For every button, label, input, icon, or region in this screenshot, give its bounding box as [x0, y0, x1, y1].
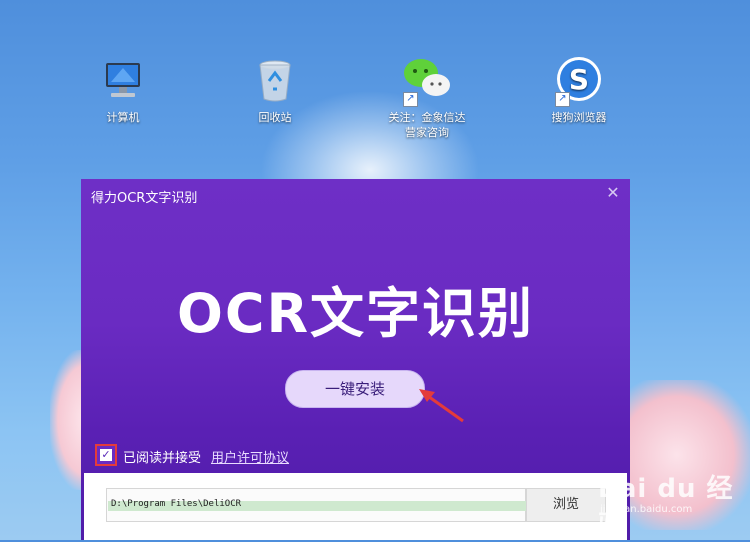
shortcut-arrow-icon: ↗ [403, 92, 418, 107]
ocr-logo-text: OCR文字识别 [176, 282, 535, 345]
baidu-watermark: Bai du 经验 jingyan.baidu.com [588, 460, 748, 541]
desktop-icon-label: 计算机 [106, 111, 140, 124]
wechat-icon: ↗ [401, 55, 453, 107]
desktop-icon-sogou-browser[interactable]: S ↗ 搜狗浏览器 [531, 55, 627, 125]
desktop-icon-label: 搜狗浏览器 [551, 111, 607, 124]
close-icon[interactable]: ✕ [602, 182, 624, 204]
watermark-url: jingyan.baidu.com [600, 504, 693, 515]
install-path-input[interactable]: D:\Program Files\DeliOCR [106, 488, 526, 522]
checkmark-icon: ✓ [100, 448, 112, 461]
desktop-icon-recycle-bin[interactable]: 回收站 [227, 55, 323, 125]
desktop-icon-wechat[interactable]: ↗ 关注：金象信达营家咨询 [379, 55, 475, 140]
computer-icon [97, 55, 149, 107]
sogou-browser-icon: S ↗ [553, 55, 605, 107]
one-click-install-button[interactable]: 一键安装 [285, 370, 425, 408]
recycle-bin-icon [249, 55, 301, 107]
svg-text:S: S [569, 63, 589, 96]
agree-checkbox[interactable]: ✓ [95, 444, 117, 466]
pointer-arrow-icon [419, 389, 464, 423]
dialog-title: 得力OCR文字识别 [91, 191, 198, 206]
desktop-icon-computer[interactable]: 计算机 [75, 55, 171, 125]
shortcut-arrow-icon: ↗ [555, 92, 570, 107]
install-path-panel: D:\Program Files\DeliOCR 浏览 [84, 473, 627, 540]
desktop-icon-label: 回收站 [258, 111, 292, 124]
agree-label: 已阅读并接受 [123, 451, 202, 466]
license-agreement-link[interactable]: 用户许可协议 [211, 447, 289, 466]
installer-dialog: 得力OCR文字识别 ✕ OCR文字识别 一键安装 ✓ 已阅读并接受 用户许可协议… [81, 179, 630, 540]
install-path-value: D:\Program Files\DeliOCR [111, 499, 242, 509]
desktop-icon-label: 关注：金象信达营家咨询 [388, 111, 466, 139]
